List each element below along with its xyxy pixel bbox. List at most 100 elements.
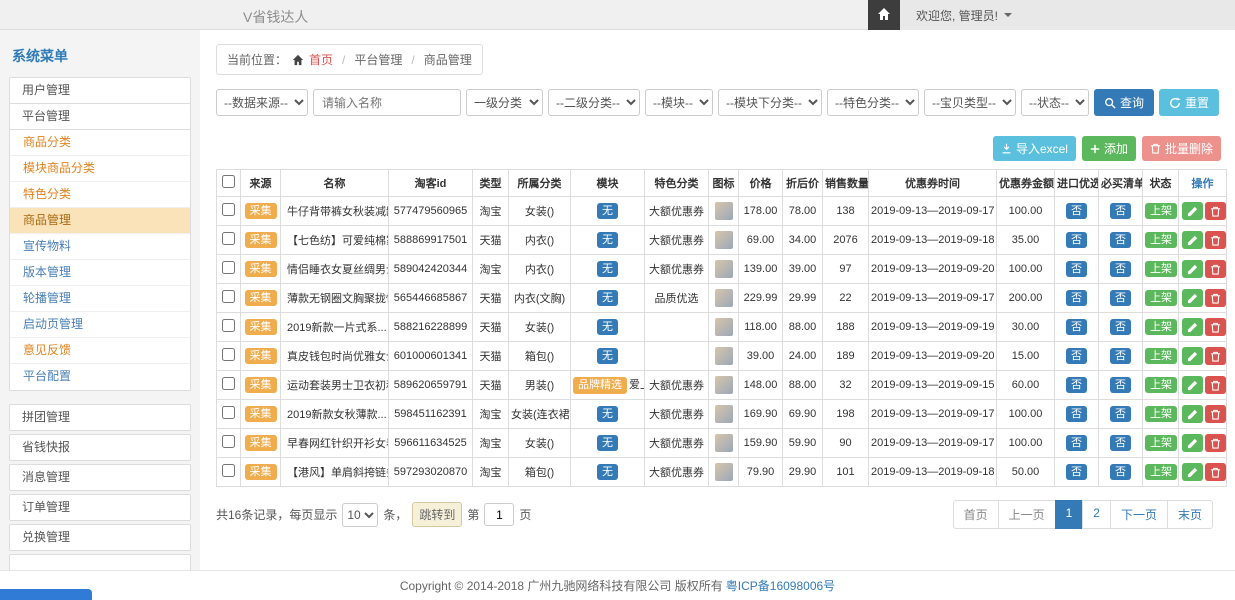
edit-button[interactable] xyxy=(1182,405,1203,423)
filter-select[interactable]: 一级分类 xyxy=(466,89,543,116)
must-buy-toggle[interactable]: 否 xyxy=(1110,261,1131,278)
filter-select[interactable]: --宝贝类型-- xyxy=(924,89,1016,116)
import-select-toggle[interactable]: 否 xyxy=(1066,348,1087,365)
edit-button[interactable] xyxy=(1182,202,1203,220)
module-badge[interactable]: 无 xyxy=(597,435,618,452)
import-select-toggle[interactable]: 否 xyxy=(1066,377,1087,394)
select-all-checkbox[interactable] xyxy=(222,175,235,188)
breadcrumb-item[interactable]: 平台管理 xyxy=(338,51,402,68)
import-select-toggle[interactable]: 否 xyxy=(1066,203,1087,220)
must-buy-toggle[interactable]: 否 xyxy=(1110,290,1131,307)
delete-button[interactable] xyxy=(1205,231,1226,249)
edit-button[interactable] xyxy=(1182,289,1203,307)
search-button[interactable]: 查询 xyxy=(1094,89,1154,116)
delete-button[interactable] xyxy=(1205,347,1226,365)
sidebar-submenu-item[interactable]: 版本管理 xyxy=(10,260,190,286)
sidebar-submenu-item[interactable]: 轮播管理 xyxy=(10,286,190,312)
sidebar-item[interactable]: 订单管理 xyxy=(9,494,191,521)
must-buy-toggle[interactable]: 否 xyxy=(1110,203,1131,220)
status-toggle[interactable]: 上架 xyxy=(1145,348,1177,365)
module-badge[interactable]: 无 xyxy=(597,261,618,278)
edit-button[interactable] xyxy=(1182,347,1203,365)
batch-delete-button[interactable]: 批量删除 xyxy=(1142,136,1221,161)
pager-button[interactable]: 末页 xyxy=(1167,500,1213,529)
import-select-toggle[interactable]: 否 xyxy=(1066,319,1087,336)
edit-button[interactable] xyxy=(1182,376,1203,394)
status-toggle[interactable]: 上架 xyxy=(1145,232,1177,249)
status-toggle[interactable]: 上架 xyxy=(1145,319,1177,336)
delete-button[interactable] xyxy=(1205,405,1226,423)
filter-select[interactable]: --特色分类-- xyxy=(827,89,919,116)
row-checkbox[interactable] xyxy=(222,464,235,477)
module-badge[interactable]: 无 xyxy=(597,290,618,307)
pager-button[interactable]: 上一页 xyxy=(998,500,1056,529)
row-checkbox[interactable] xyxy=(222,319,235,332)
status-toggle[interactable]: 上架 xyxy=(1145,203,1177,220)
module-badge[interactable]: 品牌精选 xyxy=(573,377,627,394)
delete-button[interactable] xyxy=(1205,434,1226,452)
import-select-toggle[interactable]: 否 xyxy=(1066,435,1087,452)
import-select-toggle[interactable]: 否 xyxy=(1066,290,1087,307)
filter-select[interactable]: --状态-- xyxy=(1021,89,1089,116)
must-buy-toggle[interactable]: 否 xyxy=(1110,232,1131,249)
pager-button[interactable]: 下一页 xyxy=(1110,500,1168,529)
pager-button[interactable]: 首页 xyxy=(953,500,999,529)
sidebar-item[interactable]: 平台管理 xyxy=(9,103,191,130)
status-toggle[interactable]: 上架 xyxy=(1145,290,1177,307)
sidebar-submenu-item[interactable]: 商品分类 xyxy=(10,130,190,156)
sidebar-submenu-item[interactable]: 启动页管理 xyxy=(10,312,190,338)
status-toggle[interactable]: 上架 xyxy=(1145,261,1177,278)
edit-button[interactable] xyxy=(1182,231,1203,249)
module-badge[interactable]: 无 xyxy=(597,203,618,220)
delete-button[interactable] xyxy=(1205,260,1226,278)
row-checkbox[interactable] xyxy=(222,377,235,390)
must-buy-toggle[interactable]: 否 xyxy=(1110,406,1131,423)
must-buy-toggle[interactable]: 否 xyxy=(1110,435,1131,452)
delete-button[interactable] xyxy=(1205,289,1226,307)
module-badge[interactable]: 无 xyxy=(597,406,618,423)
module-badge[interactable]: 无 xyxy=(597,348,618,365)
module-badge[interactable]: 无 xyxy=(597,464,618,481)
must-buy-toggle[interactable]: 否 xyxy=(1110,319,1131,336)
delete-button[interactable] xyxy=(1205,318,1226,336)
page-number-input[interactable] xyxy=(484,503,514,526)
per-page-select[interactable]: 10 xyxy=(342,503,378,527)
filter-select[interactable]: --模块下分类-- xyxy=(718,89,822,116)
sidebar-submenu-item[interactable]: 模块商品分类 xyxy=(10,156,190,182)
sidebar-submenu-item[interactable]: 平台配置 xyxy=(10,364,190,390)
add-button[interactable]: 添加 xyxy=(1082,136,1136,161)
module-badge[interactable]: 无 xyxy=(597,232,618,249)
import-select-toggle[interactable]: 否 xyxy=(1066,261,1087,278)
user-menu[interactable]: 欢迎您, 管理员! xyxy=(900,0,1235,30)
pager-button[interactable]: 2 xyxy=(1082,500,1111,529)
status-toggle[interactable]: 上架 xyxy=(1145,406,1177,423)
row-checkbox[interactable] xyxy=(222,290,235,303)
import-select-toggle[interactable]: 否 xyxy=(1066,464,1087,481)
sidebar-submenu-item[interactable]: 商品管理 xyxy=(10,208,190,234)
row-checkbox[interactable] xyxy=(222,435,235,448)
import-select-toggle[interactable]: 否 xyxy=(1066,232,1087,249)
filter-select[interactable]: --二级分类-- xyxy=(548,89,640,116)
must-buy-toggle[interactable]: 否 xyxy=(1110,377,1131,394)
sidebar-item[interactable]: 用户管理 xyxy=(9,77,191,104)
status-toggle[interactable]: 上架 xyxy=(1145,377,1177,394)
row-checkbox[interactable] xyxy=(222,203,235,216)
delete-button[interactable] xyxy=(1205,376,1226,394)
module-badge[interactable]: 无 xyxy=(597,319,618,336)
jump-button[interactable]: 跳转到 xyxy=(412,502,462,527)
sidebar-submenu-item[interactable]: 宣传物料 xyxy=(10,234,190,260)
icp-link[interactable]: 粤ICP备16098006号 xyxy=(726,577,835,594)
sidebar-item[interactable]: 消息管理 xyxy=(9,464,191,491)
row-checkbox[interactable] xyxy=(222,261,235,274)
edit-button[interactable] xyxy=(1182,434,1203,452)
edit-button[interactable] xyxy=(1182,318,1203,336)
breadcrumb-home-link[interactable]: 首页 xyxy=(309,51,333,68)
sidebar-item[interactable]: 省钱快报 xyxy=(9,434,191,461)
source-filter-select[interactable]: --数据来源-- xyxy=(216,89,308,116)
must-buy-toggle[interactable]: 否 xyxy=(1110,348,1131,365)
delete-button[interactable] xyxy=(1205,463,1226,481)
sidebar-item[interactable]: 兑换管理 xyxy=(9,524,191,551)
sidebar-submenu-item[interactable]: 特色分类 xyxy=(10,182,190,208)
status-toggle[interactable]: 上架 xyxy=(1145,464,1177,481)
status-toggle[interactable]: 上架 xyxy=(1145,435,1177,452)
